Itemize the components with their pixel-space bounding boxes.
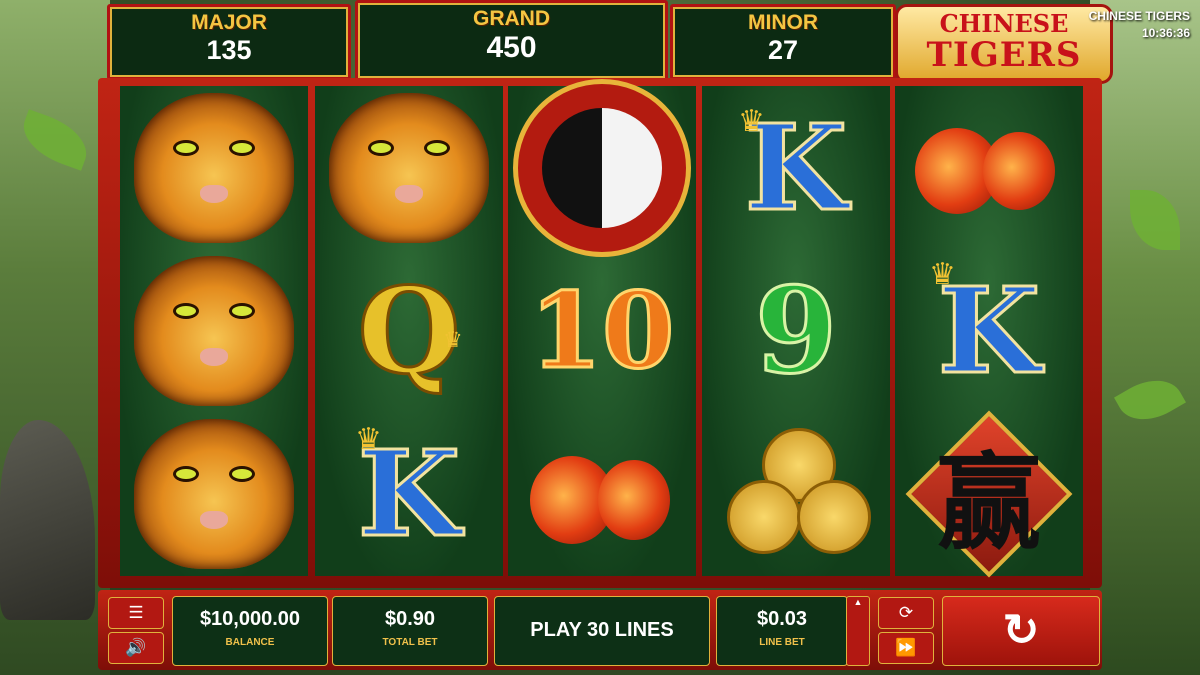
tiger-icon xyxy=(134,418,294,569)
spin-button[interactable]: ↻ xyxy=(942,596,1100,666)
autoplay-button[interactable]: ⟳ xyxy=(878,597,934,629)
line-bet-value: $0.03 xyxy=(756,608,808,630)
line-bet-stepper[interactable]: ▲ xyxy=(846,596,870,666)
total-bet-value: $0.90 xyxy=(384,608,436,630)
tiger-symbol xyxy=(315,86,503,249)
grand-jackpot-panel: GRAND 450 xyxy=(355,0,668,81)
line-bet-panel: $0.03 LINE BET xyxy=(716,596,848,666)
reel-3: 10 xyxy=(508,78,696,576)
total-bet-panel: $0.90 TOTAL BET xyxy=(332,596,488,666)
crown-icon: ♛ xyxy=(929,258,956,291)
major-jackpot-value: 135 xyxy=(206,35,252,65)
logo-line-2: TIGERS xyxy=(926,35,1082,75)
crown-icon: ♛ xyxy=(443,327,463,352)
lanterns-symbol xyxy=(895,86,1083,249)
play-lines-button[interactable]: PLAY 30 LINES xyxy=(494,596,710,666)
crown-icon: ♛ xyxy=(738,105,765,138)
tiger-icon xyxy=(134,255,294,406)
reel-5: K ♛ 赢 xyxy=(895,86,1083,577)
menu-button[interactable]: ☰ xyxy=(108,597,164,629)
win-symbol: 赢 xyxy=(895,410,1083,577)
tiger-icon xyxy=(134,92,294,243)
minor-jackpot-panel: MINOR 27 xyxy=(670,4,896,80)
reel-1 xyxy=(120,86,308,576)
fast-forward-icon: ⏩ xyxy=(895,638,917,657)
menu-icon: ☰ xyxy=(128,603,144,622)
tiger-icon xyxy=(329,92,489,243)
balance-panel: $10,000.00 BALANCE xyxy=(172,596,328,666)
coins-symbol xyxy=(702,412,890,575)
spin-icon: ↻ xyxy=(1002,606,1040,655)
sound-button[interactable]: 🔊 xyxy=(108,632,164,664)
chevron-up-icon: ▲ xyxy=(853,597,863,607)
crown-icon: ♛ xyxy=(355,423,382,456)
reel-4: K ♛ 9 xyxy=(702,86,890,576)
minor-jackpot-value: 27 xyxy=(767,35,799,65)
line-bet-label: LINE BET xyxy=(759,637,805,648)
win-character: 赢 xyxy=(936,441,1041,564)
q-symbol: Q ♛ xyxy=(315,249,503,412)
tiger-symbol xyxy=(120,249,308,412)
coins-icon xyxy=(721,424,871,564)
minor-jackpot-label: MINOR xyxy=(748,11,818,34)
tiger-symbol xyxy=(120,412,308,575)
fast-forward-button[interactable]: ⏩ xyxy=(878,632,934,664)
speaker-icon: 🔊 xyxy=(125,638,147,657)
k-symbol: K ♛ xyxy=(895,249,1083,412)
major-jackpot-label: MAJOR xyxy=(191,11,267,34)
jungle-background-right xyxy=(1090,0,1200,675)
lantern-icon xyxy=(598,460,670,540)
game-title-text: CHINESE TIGERS xyxy=(1088,9,1190,23)
k-symbol: K ♛ xyxy=(315,412,503,575)
refresh-icon: ⟳ xyxy=(898,603,914,622)
balance-label: BALANCE xyxy=(225,637,275,648)
nine-symbol: 9 xyxy=(702,249,890,412)
grand-jackpot-value: 450 xyxy=(486,31,537,64)
play-lines-label: PLAY 30 LINES xyxy=(530,619,674,641)
yin-yang-icon xyxy=(513,78,691,257)
balance-value: $10,000.00 xyxy=(199,608,301,630)
lanterns-symbol xyxy=(508,412,696,575)
logo-line-1: CHINESE xyxy=(939,9,1069,38)
clock-text: 10:36:36 xyxy=(1141,26,1190,40)
tiger-symbol xyxy=(120,86,308,249)
lantern-icon xyxy=(983,132,1055,210)
yin-yang-symbol xyxy=(508,78,696,257)
game-logo: CHINESE TIGERS xyxy=(895,4,1113,84)
reel-2: Q ♛ K ♛ xyxy=(315,86,503,576)
k-symbol: K ♛ xyxy=(702,86,890,249)
major-jackpot-panel: MAJOR 135 xyxy=(107,4,351,80)
ten-symbol: 10 xyxy=(508,249,696,412)
nine-number: 9 xyxy=(753,260,838,400)
total-bet-label: TOTAL BET xyxy=(382,637,438,648)
grand-jackpot-label: GRAND xyxy=(473,7,550,30)
ten-number: 10 xyxy=(528,268,676,392)
